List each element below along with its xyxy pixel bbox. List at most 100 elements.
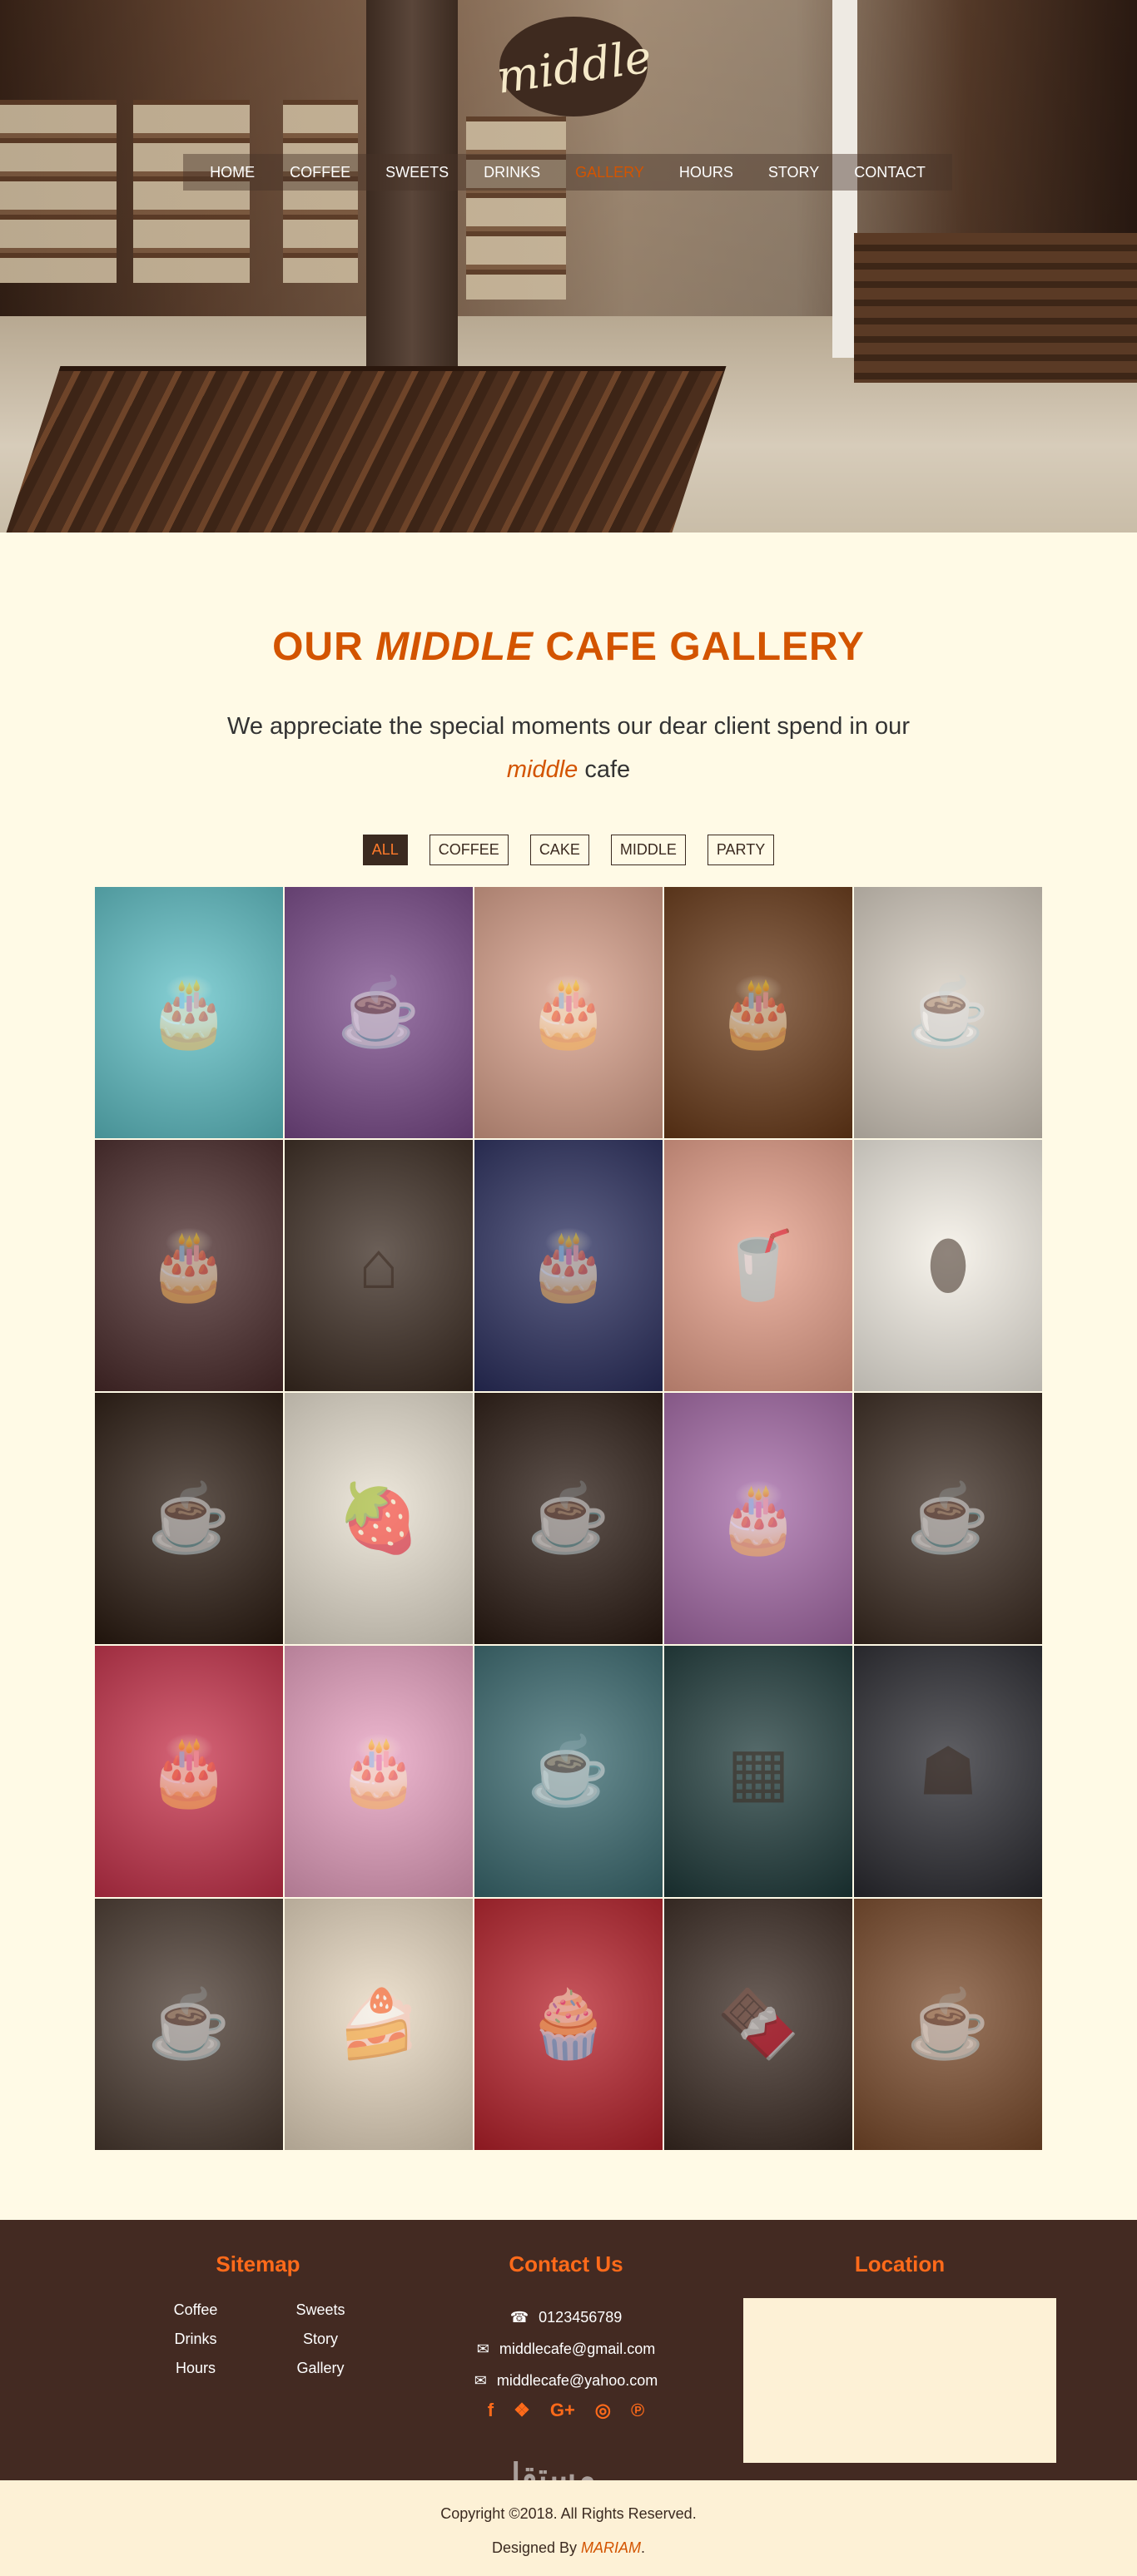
sitemap-link-drinks[interactable]: Drinks [133, 2331, 258, 2348]
gallery-tile[interactable]: ☕ [284, 886, 474, 1139]
gallery-title: OUR MIDDLE CAFE GALLERY [272, 625, 865, 669]
social-links: f ❖ G+ ◎ ℗ [466, 2400, 666, 2421]
gallery-subtitle: We appreciate the special moments our de… [227, 713, 910, 783]
footer: Sitemap Coffee Sweets Drinks Story Hours… [0, 2220, 1137, 2480]
main-nav: HOME COFFEE SWEETS DRINKS GALLERY HOURS … [183, 154, 952, 191]
gallery-tile[interactable]: 🥤 [663, 1139, 853, 1392]
location-title: Location [854, 2252, 946, 2276]
contact-email-2[interactable]: ✉ middlecafe@yahoo.com [466, 2365, 666, 2396]
fruit-icon: 🍓 [337, 1481, 420, 1555]
envelope-icon: ✉ [476, 2340, 489, 2357]
pinterest-icon[interactable]: ℗ [631, 2400, 644, 2421]
nav-contact[interactable]: CONTACT [837, 154, 943, 191]
gallery-tile[interactable]: 🍓 [284, 1392, 474, 1645]
twitter-icon[interactable]: ❖ [514, 2400, 530, 2421]
barista-icon: ☕ [147, 1987, 231, 2061]
chalkboard-icon: ▦ [727, 1734, 790, 1809]
phone-icon: ☎ [509, 2308, 529, 2326]
sitemap-link-sweets[interactable]: Sweets [258, 2301, 383, 2319]
nav-drinks[interactable]: DRINKS [466, 154, 558, 191]
gallery-tile[interactable]: ☗ [853, 1645, 1043, 1898]
gallery-tile[interactable]: 🍫 [663, 1898, 853, 2151]
sitemap-title: Sitemap [216, 2252, 300, 2276]
nav-gallery[interactable]: GALLERY [558, 154, 662, 191]
contact-email-1[interactable]: ✉ middlecafe@gmail.com [466, 2333, 666, 2365]
coffee-cup-icon: ☕ [906, 1987, 990, 2061]
nav-hours[interactable]: HOURS [662, 154, 751, 191]
gallery-tile[interactable]: ▦ [663, 1645, 853, 1898]
designer-credit: Designed By MARIAM. [491, 2539, 646, 2556]
designer-name[interactable]: MARIAM [581, 2539, 641, 2556]
cake-icon: 🎂 [527, 1228, 610, 1302]
sitemap-link-gallery[interactable]: Gallery [258, 2360, 383, 2377]
coffee-cup-icon: ☕ [147, 1481, 231, 1555]
gallery-tile[interactable]: 🎂 [474, 1139, 663, 1392]
gallery-tile[interactable]: 🧁 [474, 1898, 663, 2151]
sitemap-links: Coffee Sweets Drinks Story Hours Gallery [133, 2301, 383, 2377]
cake-icon: 🎂 [147, 1734, 231, 1808]
gallery-tile[interactable]: 🎂 [284, 1645, 474, 1898]
cake-icon: 🎂 [147, 1228, 231, 1302]
gallery-tile[interactable]: 🎂 [474, 886, 663, 1139]
envelope-icon: ✉ [474, 2371, 487, 2389]
gallery-tile[interactable]: 🎂 [94, 886, 284, 1139]
google-plus-icon[interactable]: G+ [550, 2400, 575, 2421]
gallery-tile[interactable]: 🎂 [94, 1139, 284, 1392]
cheesecake-icon: 🍰 [337, 1987, 420, 2061]
filter-middle[interactable]: MIDDLE [610, 835, 686, 865]
cafe-interior-icon: ⌂ [358, 1228, 400, 1302]
contact-title: Contact Us [509, 2252, 623, 2276]
gallery-tile[interactable]: ⌂ [284, 1139, 474, 1392]
gallery-tile[interactable]: 🎂 [663, 1392, 853, 1645]
gallery-tile[interactable]: ☕ [474, 1392, 663, 1645]
coffee-beans-icon: ⬮ [926, 1227, 970, 1302]
nav-story[interactable]: STORY [751, 154, 837, 191]
cupcake-icon: 🧁 [527, 1987, 610, 2061]
instagram-icon[interactable]: ◎ [595, 2400, 611, 2421]
cake-icon: 🎂 [527, 975, 610, 1049]
copyright-bar: Copyright ©2018. All Rights Reserved. De… [0, 2480, 1137, 2576]
gallery-tile[interactable]: ☕ [853, 1392, 1043, 1645]
gallery-tile[interactable]: ☕ [853, 1898, 1043, 2151]
filter-coffee[interactable]: COFFEE [429, 835, 509, 865]
nav-home[interactable]: HOME [192, 154, 272, 191]
gallery-tile[interactable]: ☕ [94, 1392, 284, 1645]
coffee-cup-icon: ☕ [337, 975, 420, 1049]
filter-cake[interactable]: CAKE [529, 835, 589, 865]
filter-party[interactable]: PARTY [707, 835, 775, 865]
barista-icon: ☕ [527, 1734, 610, 1808]
gallery-tile[interactable]: ⬮ [853, 1139, 1043, 1392]
sitemap-link-story[interactable]: Story [258, 2331, 383, 2348]
bookshelf [133, 100, 250, 283]
gallery-section: OUR MIDDLE CAFE GALLERY We appreciate th… [0, 533, 1137, 2151]
bookshelf [466, 116, 566, 300]
coffee-cup-icon: ☕ [906, 1481, 990, 1555]
gallery-tile[interactable]: ☕ [474, 1645, 663, 1898]
chocolate-dessert-icon: 🍫 [717, 1987, 800, 2061]
logo-text: middle [493, 29, 654, 104]
gallery-tile[interactable]: 🍰 [284, 1898, 474, 2151]
gallery-tile[interactable]: 🎂 [663, 886, 853, 1139]
gallery-tile[interactable]: 🎂 [94, 1645, 284, 1898]
contact-info: ☎ 0123456789 ✉ middlecafe@gmail.com ✉ mi… [466, 2301, 666, 2421]
gallery-grid: 🎂 ☕ 🎂 🎂 ☕ 🎂 ⌂ 🎂 🥤 ⬮ ☕ 🍓 ☕ 🎂 ☕ 🎂 🎂 ☕ ▦ ☗ ☕ 🍰 🧁 🍫 ☕ [94, 886, 1044, 2151]
filter-all[interactable]: ALL [362, 835, 408, 865]
wooden-table [6, 366, 727, 533]
gallery-filters: ALL COFFEE CAKE MIDDLE PARTY [0, 835, 1137, 865]
espresso-machine-icon: ☗ [918, 1734, 978, 1809]
bookshelf [0, 100, 117, 283]
drink-icon: 🥤 [717, 1228, 800, 1302]
nav-sweets[interactable]: SWEETS [368, 154, 466, 191]
gallery-tile[interactable]: ☕ [94, 1898, 284, 2151]
gallery-tile[interactable]: ☕ [853, 886, 1043, 1139]
bookshelf [283, 100, 358, 283]
nav-coffee[interactable]: COFFEE [272, 154, 368, 191]
hero-banner: middle HOME COFFEE SWEETS DRINKS GALLERY… [0, 0, 1137, 533]
cake-icon: 🎂 [147, 975, 231, 1049]
logo[interactable]: middle [493, 17, 654, 116]
facebook-icon[interactable]: f [488, 2400, 494, 2421]
location-map[interactable] [743, 2298, 1056, 2463]
sitemap-link-hours[interactable]: Hours [133, 2360, 258, 2377]
cake-icon: 🎂 [337, 1734, 420, 1808]
sitemap-link-coffee[interactable]: Coffee [133, 2301, 258, 2319]
